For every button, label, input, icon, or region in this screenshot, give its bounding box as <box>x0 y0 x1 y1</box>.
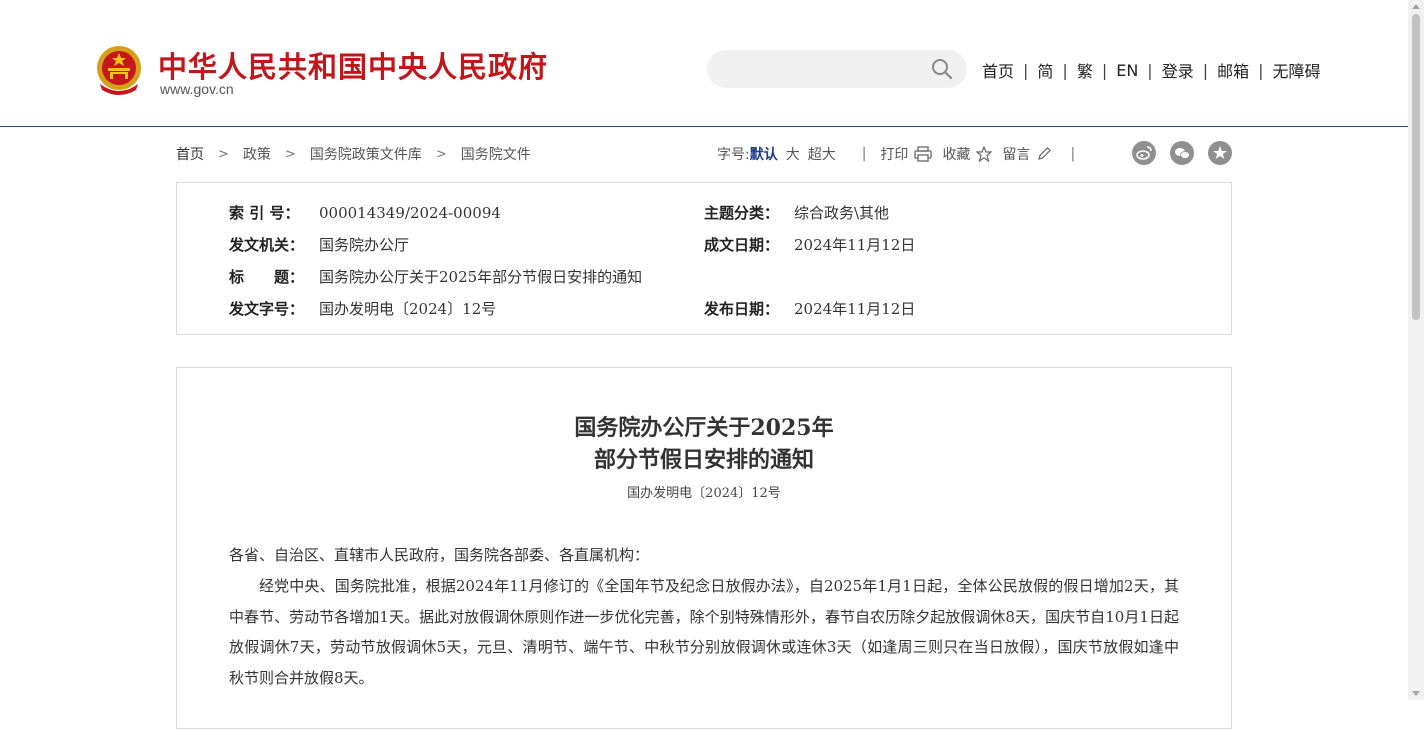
font-size-large[interactable]: 大 <box>786 144 800 164</box>
favorite-button[interactable]: 收藏 <box>942 144 970 164</box>
scroll-down-arrow-icon[interactable] <box>1412 691 1420 696</box>
nav-english[interactable]: EN <box>1116 61 1138 80</box>
meta-category: 主题分类： 综合政务\其他 <box>704 202 889 223</box>
toolbar-separator: | <box>1070 146 1076 162</box>
document-number: 国办发明电〔2024〕12号 <box>627 486 781 501</box>
nav-mailbox[interactable]: 邮箱 <box>1217 58 1249 82</box>
document-title-line-2: 部分节假日安排的通知 <box>593 447 814 473</box>
chevron-right-icon: > <box>284 146 296 162</box>
meta-index: 索 引 号： 000014349/2024-00094 <box>229 202 501 223</box>
font-size-label: 字号: <box>717 147 750 163</box>
chevron-right-icon: > <box>435 146 447 162</box>
search-icon[interactable] <box>931 58 953 80</box>
nav-separator: | <box>1023 60 1029 80</box>
meta-index-value: 000014349/2024-00094 <box>319 204 501 222</box>
document-paragraph: 经党中央、国务院批准，根据2024年11月修订的《全国年节及纪念日放假办法》，自… <box>229 577 1179 687</box>
nav-separator: | <box>1101 60 1108 80</box>
site-header: 中华人民共和国中央人民政府 www.gov.cn 首页 | 简 | 繁 | EN… <box>0 0 1408 127</box>
meta-publish-date-value: 2024年11月12日 <box>794 300 916 318</box>
document-salutation: 各省、自治区、直辖市人民政府，国务院各部委、各直属机构： <box>229 546 650 564</box>
document-metadata: 索 引 号： 000014349/2024-00094 主题分类： 综合政务\其他 … <box>176 182 1232 335</box>
search-box[interactable] <box>707 50 967 88</box>
national-emblem-icon[interactable] <box>94 44 144 96</box>
nav-traditional[interactable]: 繁 <box>1077 58 1093 82</box>
document-body: 国务院办公厅关于2025年 部分节假日安排的通知 国办发明电〔2024〕12号 … <box>176 367 1232 729</box>
toolbar-separator: | <box>861 146 867 162</box>
nav-separator: | <box>1062 60 1068 80</box>
site-title[interactable]: 中华人民共和国中央人民政府 <box>158 44 548 86</box>
star-icon[interactable] <box>1208 141 1232 165</box>
meta-publish-date-label: 发布日期： <box>704 300 780 318</box>
weibo-icon[interactable] <box>1132 141 1156 165</box>
printer-icon[interactable] <box>914 146 933 162</box>
print-button[interactable]: 打印 <box>880 144 908 164</box>
meta-issuer: 发文机关： 国务院办公厅 <box>229 234 409 255</box>
breadcrumb-home[interactable]: 首页 <box>176 144 204 164</box>
nav-separator: | <box>1147 60 1153 80</box>
nav-separator: | <box>1258 60 1264 80</box>
meta-date-written: 成文日期： 2024年11月12日 <box>704 234 915 255</box>
nav-accessibility[interactable]: 无障碍 <box>1273 58 1321 82</box>
chevron-right-icon: > <box>218 146 229 162</box>
meta-issuer-value: 国务院办公厅 <box>319 236 410 254</box>
font-size-xlarge[interactable]: 超大 <box>808 144 836 164</box>
meta-index-label: 索 引 号： <box>229 204 300 222</box>
breadcrumb-policy-library[interactable]: 国务院政策文件库 <box>310 144 422 164</box>
meta-doc-no: 发文字号： 国办发明电〔2024〕12号 <box>229 298 496 319</box>
nav-login[interactable]: 登录 <box>1162 58 1194 82</box>
breadcrumb-state-council-docs[interactable]: 国务院文件 <box>461 144 531 164</box>
scrollbar-thumb[interactable] <box>1412 14 1420 320</box>
site-url[interactable]: www.gov.cn <box>160 81 234 97</box>
meta-category-label: 主题分类： <box>704 204 780 222</box>
vertical-scrollbar[interactable] <box>1408 0 1424 700</box>
scroll-up-arrow-icon[interactable] <box>1412 4 1420 9</box>
meta-category-value: 综合政务\其他 <box>794 204 890 222</box>
meta-title: 标 题： 国务院办公厅关于2025年部分节假日安排的通知 <box>229 266 642 287</box>
meta-title-label: 标 题： <box>229 268 305 286</box>
font-size-default[interactable]: 默认 <box>750 144 778 164</box>
top-nav: 首页 | 简 | 繁 | EN | 登录 | 邮箱 | 无障碍 <box>982 58 1321 82</box>
star-outline-icon[interactable] <box>976 146 993 162</box>
breadcrumb-policy[interactable]: 政策 <box>243 144 271 164</box>
meta-publish-date: 发布日期： 2024年11月12日 <box>704 298 915 319</box>
document-title-line-1: 国务院办公厅关于2025年 <box>574 415 834 441</box>
article-toolbar: 字号: 默认 大 超大 | 打印 收藏 留言 | <box>717 144 1089 164</box>
nav-home[interactable]: 首页 <box>982 58 1014 82</box>
meta-date-written-value: 2024年11月12日 <box>794 236 916 254</box>
pencil-icon[interactable] <box>1036 146 1052 162</box>
meta-date-written-label: 成文日期： <box>704 236 780 254</box>
meta-title-value: 国务院办公厅关于2025年部分节假日安排的通知 <box>319 268 643 286</box>
comment-button[interactable]: 留言 <box>1002 144 1030 164</box>
nav-simplified[interactable]: 简 <box>1037 58 1053 82</box>
meta-doc-no-label: 发文字号： <box>229 300 305 318</box>
breadcrumb: 首页 > 政策 > 国务院政策文件库 > 国务院文件 <box>176 144 531 164</box>
wechat-icon[interactable] <box>1170 141 1194 165</box>
meta-issuer-label: 发文机关： <box>229 236 305 254</box>
meta-doc-no-value: 国办发明电〔2024〕12号 <box>319 300 497 318</box>
nav-separator: | <box>1202 60 1209 80</box>
